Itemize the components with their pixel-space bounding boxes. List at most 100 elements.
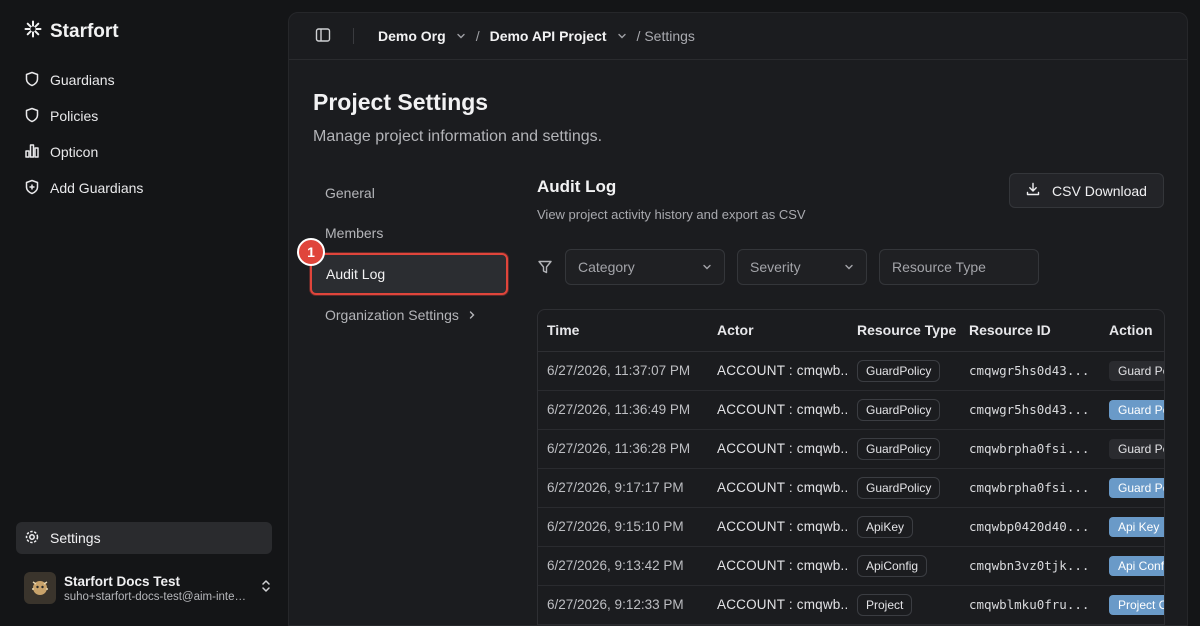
- sidebar-item-label: Settings: [50, 530, 101, 546]
- chevron-down-icon[interactable]: [617, 31, 627, 41]
- table-row[interactable]: 6/27/2026, 11:36:49 PM ACCOUNT : cmqwb...…: [538, 390, 1164, 430]
- settings-nav-label: General: [325, 185, 375, 201]
- page-subtitle: Manage project information and settings.: [313, 128, 603, 145]
- cell-action: Guard Policy: [1100, 468, 1164, 508]
- cell-resource-type: GuardPolicy: [848, 429, 960, 469]
- table-row[interactable]: 6/27/2026, 9:15:10 PM ACCOUNT : cmqwb... A…: [538, 507, 1164, 547]
- csv-download-button[interactable]: CSV Download: [1009, 173, 1164, 208]
- cell-resource-type: GuardPolicy: [848, 468, 960, 508]
- cell-resource-id: cmqwgr5hs0d43...: [960, 351, 1100, 391]
- chevrons-up-down-icon[interactable]: [260, 579, 272, 598]
- avatar: [24, 572, 56, 604]
- table-row[interactable]: 6/27/2026, 11:36:28 PM ACCOUNT : cmqwb...…: [538, 429, 1164, 469]
- resource-type-badge: ApiKey: [857, 515, 914, 538]
- audit-log-subtitle: View project activity history and export…: [537, 207, 806, 222]
- select-value: Category: [578, 259, 635, 275]
- page-title: Project Settings: [313, 89, 489, 115]
- audit-log-table: Time Actor Resource Type Resource ID Act…: [537, 309, 1165, 625]
- chevron-down-icon: [702, 259, 712, 275]
- settings-nav-label: Audit Log: [326, 266, 386, 282]
- action-badge: Api Key: [1109, 516, 1164, 537]
- chevron-down-icon[interactable]: [456, 31, 466, 41]
- cell-resource-id: cmqwbrpha0fsi...: [960, 429, 1100, 469]
- settings-nav: General Members Audit Log Organization S…: [309, 173, 509, 335]
- category-select[interactable]: Category: [565, 249, 725, 285]
- action-badge: Guard Policy: [1109, 438, 1164, 459]
- column-header-action: Action: [1100, 310, 1164, 352]
- starfort-logo-icon: [24, 20, 42, 43]
- column-header-time: Time: [538, 310, 708, 352]
- cell-resource-id: cmqwgr5hs0d43...: [960, 390, 1100, 430]
- gear-icon: [24, 529, 40, 548]
- table-row[interactable]: 6/27/2026, 9:17:17 PM ACCOUNT : cmqwb... G…: [538, 468, 1164, 508]
- resource-type-badge: GuardPolicy: [857, 398, 941, 421]
- column-header-actor: Actor: [708, 310, 848, 352]
- breadcrumb-separator: /: [475, 28, 480, 44]
- settings-nav-organization[interactable]: Organization Settings: [309, 295, 509, 335]
- user-email: suho+starfort-docs-test@aim-intelligence…: [64, 590, 248, 603]
- bar-chart-icon: [24, 143, 40, 162]
- severity-select[interactable]: Severity: [737, 249, 867, 285]
- user-menu[interactable]: Starfort Docs Test suho+starfort-docs-te…: [24, 568, 272, 608]
- breadcrumb-current: / Settings: [636, 28, 695, 44]
- divider: [353, 28, 354, 44]
- user-name: Starfort Docs Test: [64, 573, 181, 589]
- cell-action: Project Created: [1100, 585, 1164, 625]
- resource-type-badge: GuardPolicy: [857, 359, 941, 382]
- resource-type-badge: GuardPolicy: [857, 476, 941, 499]
- cell-actor: ACCOUNT : cmqwb...: [708, 546, 848, 586]
- cell-time: 6/27/2026, 9:15:10 PM: [538, 507, 708, 547]
- cell-time: 6/27/2026, 11:37:07 PM: [538, 351, 708, 391]
- shield-icon: [24, 71, 40, 90]
- cell-actor: ACCOUNT : cmqwb...: [708, 429, 848, 469]
- cell-resource-type: ApiKey: [848, 507, 960, 547]
- sidebar-item-label: Opticon: [50, 144, 99, 160]
- settings-nav-general[interactable]: General: [309, 173, 509, 213]
- csv-download-label: CSV Download: [1052, 182, 1147, 199]
- breadcrumb-project[interactable]: Demo API Project: [490, 28, 607, 44]
- resource-type-badge: GuardPolicy: [857, 437, 941, 460]
- action-badge: Guard Policy: [1109, 360, 1164, 381]
- sidebar-item-add-guardians[interactable]: Add Guardians: [16, 170, 272, 206]
- sidebar-item-policies[interactable]: Policies: [16, 98, 272, 134]
- sidebar-item-label: Policies: [50, 108, 99, 124]
- cell-action: Guard Policy: [1100, 351, 1164, 391]
- chevron-right-icon: [467, 307, 477, 323]
- action-badge: Guard Policy: [1109, 399, 1164, 420]
- table-row[interactable]: 6/27/2026, 9:13:42 PM ACCOUNT : cmqwb... A…: [538, 546, 1164, 586]
- cell-time: 6/27/2026, 11:36:49 PM: [538, 390, 708, 430]
- cell-resource-type: GuardPolicy: [848, 351, 960, 391]
- cell-resource-id: cmqwbn3vz0tjk...: [960, 546, 1100, 586]
- cell-time: 6/27/2026, 9:17:17 PM: [538, 468, 708, 508]
- cell-resource-id: cmqwbrpha0fsi...: [960, 468, 1100, 508]
- cell-resource-type: Project: [848, 585, 960, 625]
- sidebar-item-guardians[interactable]: Guardians: [16, 62, 272, 98]
- resource-type-input[interactable]: Resource Type: [879, 249, 1039, 285]
- user-info: Starfort Docs Test suho+starfort-docs-te…: [64, 574, 248, 603]
- resource-type-badge: ApiConfig: [857, 554, 928, 577]
- cell-action: Api Key: [1100, 507, 1164, 547]
- cell-action: Guard Policy: [1100, 390, 1164, 430]
- cell-time: 6/27/2026, 11:36:28 PM: [538, 429, 708, 469]
- sidebar-item-opticon[interactable]: Opticon: [16, 134, 272, 170]
- cell-actor: ACCOUNT : cmqwb...: [708, 390, 848, 430]
- breadcrumb-org[interactable]: Demo Org: [378, 28, 446, 44]
- table-row[interactable]: 6/27/2026, 11:37:07 PM ACCOUNT : cmqwb...…: [538, 351, 1164, 391]
- cell-actor: ACCOUNT : cmqwb...: [708, 351, 848, 391]
- cell-actor: ACCOUNT : cmqwb...: [708, 507, 848, 547]
- topbar: Demo Org / Demo API Project / Settings: [289, 13, 1187, 60]
- shield-plus-icon: [24, 179, 40, 198]
- cell-resource-type: ApiConfig: [848, 546, 960, 586]
- table-row[interactable]: 6/27/2026, 9:12:33 PM ACCOUNT : cmqwb... P…: [538, 585, 1164, 625]
- column-header-resource-id: Resource ID: [960, 310, 1100, 352]
- cell-time: 6/27/2026, 9:12:33 PM: [538, 585, 708, 625]
- sidebar-toggle-icon[interactable]: [315, 27, 331, 46]
- settings-nav-members[interactable]: Members: [309, 213, 509, 253]
- input-placeholder: Resource Type: [892, 259, 986, 275]
- cell-time: 6/27/2026, 9:13:42 PM: [538, 546, 708, 586]
- sidebar-item-settings[interactable]: Settings: [16, 522, 272, 554]
- cell-action: Api Config: [1100, 546, 1164, 586]
- chevron-down-icon: [844, 259, 854, 275]
- brand[interactable]: Starfort: [24, 20, 119, 43]
- settings-nav-audit-log[interactable]: Audit Log: [310, 253, 508, 295]
